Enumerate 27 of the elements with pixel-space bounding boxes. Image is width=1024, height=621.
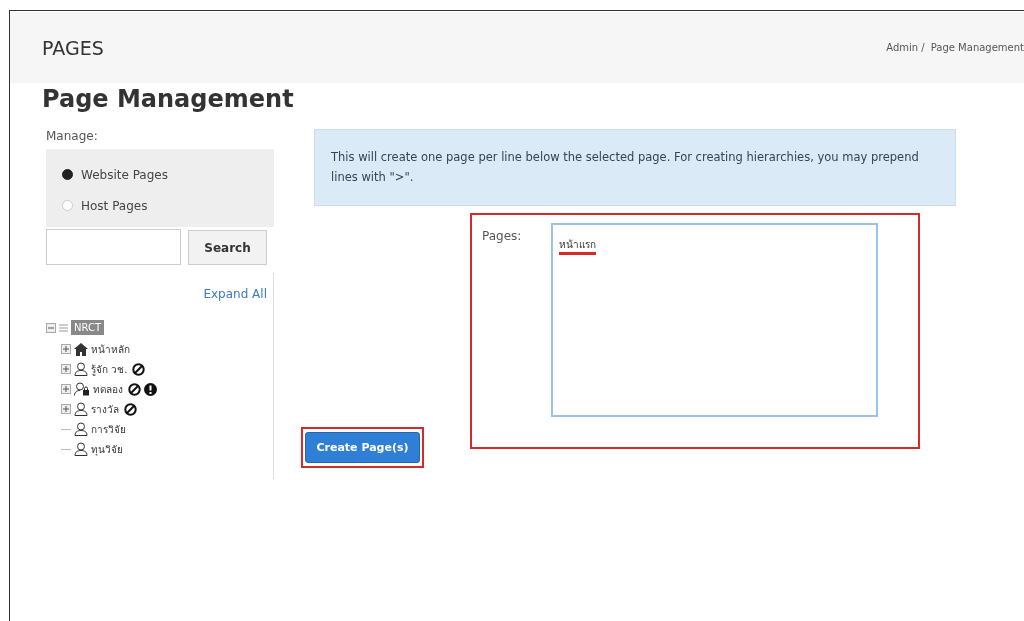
collapse-icon[interactable] [46,322,56,333]
page-section-title: PAGES [42,36,104,59]
pages-label: Pages: [482,228,522,246]
manage-label: Manage: [46,129,99,143]
breadcrumb-item[interactable]: Admin / [886,42,925,53]
radio-option[interactable]: Host Pages [62,190,264,221]
user-icon [74,362,88,376]
user-icon [74,442,88,456]
create-pages-button[interactable]: Create Page(s) [305,432,420,464]
tree-item[interactable]: ทุนวิจัย [91,441,123,457]
pages-text-area[interactable]: หน้าแรก [551,223,878,418]
home-icon [74,342,88,356]
tree-item[interactable]: การวิจัย [91,421,126,437]
expand-icon[interactable] [61,344,71,354]
list-icon [59,323,68,332]
locked-user-icon [74,382,90,396]
user-icon [74,402,88,416]
info-alert: This will create one page per line below the selected page. For creating hierarchies, you may prepend lines with ">". [314,129,956,207]
user-icon [74,422,88,436]
radio-option[interactable]: Website Pages [62,159,264,190]
breadcrumb-item: Page Management [930,42,1024,53]
search-button[interactable]: Search [188,230,267,265]
expand-all-link[interactable]: Expand All [203,287,267,301]
tree-item[interactable]: หน้าหลัก [91,341,130,357]
search-field[interactable] [46,229,181,265]
page-heading: Page Management [42,85,295,113]
tree-item[interactable]: NRCT [71,320,105,335]
